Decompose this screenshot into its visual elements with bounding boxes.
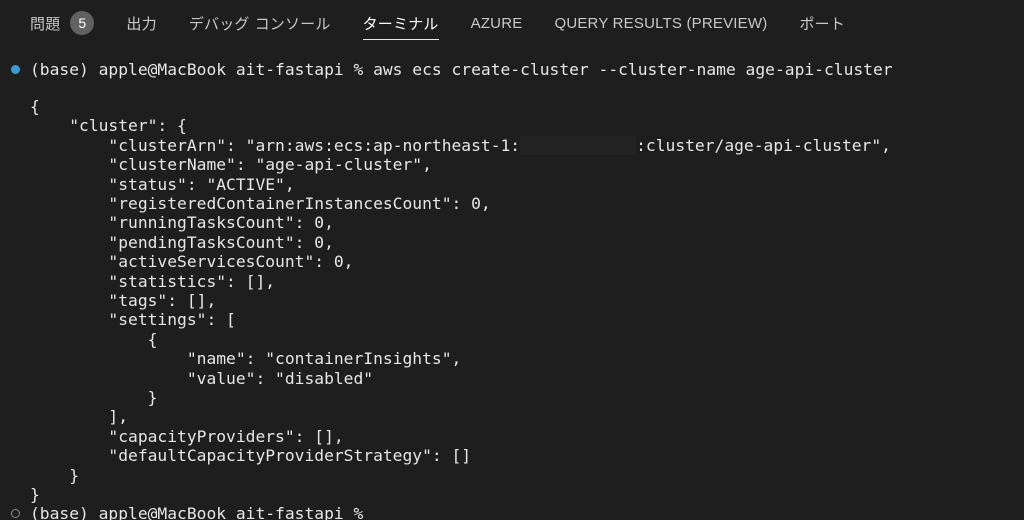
command-line: (base) apple@MacBook ait-fastapi % aws e… [30, 60, 893, 79]
tab-query-results[interactable]: QUERY RESULTS (PREVIEW) [554, 0, 767, 46]
output-line: "pendingTasksCount": 0, [30, 232, 334, 252]
output-line: "cluster": { [30, 116, 187, 136]
tab-output[interactable]: 出力 [126, 0, 156, 46]
output-line: "tags": [], [30, 291, 217, 310]
output-line: ], [30, 407, 129, 427]
tab-label: ターミナル [362, 14, 439, 33]
redacted-account-id [520, 135, 637, 155]
output-line: { [30, 329, 158, 349]
output-line-cluster-arn: "clusterArn": "arn:aws:ecs:ap-northeast-… [30, 135, 891, 155]
problems-count-badge: 5 [70, 11, 95, 35]
output-line: } [30, 388, 158, 407]
output-line: "settings": [ [30, 310, 236, 330]
output-line: "value": "disabled" [30, 368, 374, 388]
arn-prefix: "clusterArn": "arn:aws:ecs:ap-northeast-… [30, 135, 521, 155]
tab-terminal[interactable]: ターミナル [362, 0, 439, 46]
terminal-output[interactable]: (base) apple@MacBook ait-fastapi % aws e… [0, 50, 1024, 520]
tab-label: QUERY RESULTS (PREVIEW) [554, 14, 768, 32]
output-line: "capacityProviders": [], [30, 426, 344, 446]
next-prompt-line: (base) apple@MacBook ait-fastapi % [30, 504, 364, 520]
output-line: } [30, 465, 80, 485]
tab-label: デバッグ コンソール [188, 14, 331, 33]
output-line: "defaultCapacityProviderStrategy": [] [30, 446, 472, 466]
output-line: "name": "containerInsights", [30, 349, 462, 369]
pending-command-dot-icon[interactable] [11, 509, 20, 518]
output-line: "clusterName": "age-api-cluster", [30, 155, 432, 175]
output-line: { [30, 97, 40, 116]
arn-suffix: :cluster/age-api-cluster", [636, 135, 891, 155]
tab-ports[interactable]: ポート [799, 0, 845, 46]
tab-label: 出力 [126, 14, 157, 33]
tab-label: AZURE [470, 14, 523, 32]
output-line: "statistics": [], [30, 271, 276, 291]
tab-azure[interactable]: AZURE [471, 0, 523, 46]
output-line: "activeServicesCount": 0, [30, 252, 354, 272]
tab-problems[interactable]: 問題 5 [30, 0, 95, 46]
output-line: } [30, 485, 40, 504]
panel-tab-bar: 問題 5 出力 デバッグ コンソール ターミナル AZURE QUERY RES… [0, 0, 1024, 46]
tab-debug-console[interactable]: デバッグ コンソール [189, 0, 331, 46]
output-line: "registeredContainerInstancesCount": 0, [30, 194, 491, 213]
tab-label: ポート [799, 14, 846, 33]
output-line: "status": "ACTIVE", [30, 174, 295, 194]
command-success-dot-icon[interactable] [11, 65, 20, 74]
output-line: "runningTasksCount": 0, [30, 213, 334, 233]
tab-label: 問題 [30, 14, 61, 33]
